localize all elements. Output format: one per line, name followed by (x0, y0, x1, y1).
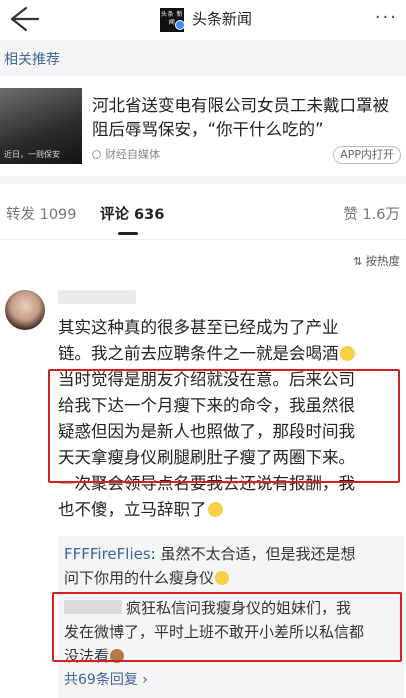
username-redacted[interactable] (58, 290, 136, 304)
news-source-label: 财经自媒体 (105, 148, 160, 161)
news-source: 财经自媒体 (92, 148, 160, 162)
comment-line: 也不傻，立马辞职了 (58, 497, 398, 523)
sort-label: 按热度 (365, 254, 401, 268)
comment-line-text: 链。我之前去应聘条件之一就是会喝酒 (58, 344, 339, 363)
reply-item[interactable]: FFFFireFlies: 虽然不太合适，但是我还是想 问下你用的什么瘦身仪 (64, 542, 398, 590)
comment-line-text: 也不傻，立马辞职了 (58, 500, 207, 519)
smile-emoji-icon (207, 502, 223, 517)
news-thumbnail[interactable]: 近日，一则保安 (0, 88, 82, 164)
related-section-header: 相关推荐 (0, 40, 406, 76)
reply-text: 虽然不太合适，但是我还是想 (160, 545, 356, 563)
more-replies-link[interactable]: 共69条回复 › (64, 670, 148, 690)
thumbnail-caption: 近日，一则保安 (4, 150, 60, 159)
reply-text: 问下你用的什么瘦身仪 (64, 569, 215, 587)
smile-emoji-icon (339, 346, 355, 361)
account-title[interactable]: 头条新闻 (192, 8, 252, 30)
comment-line: 其实这种真的很多甚至已经成为了产业 (58, 318, 339, 337)
reply-username[interactable]: FFFFireFlies (64, 545, 151, 563)
sort-by-hot-button[interactable]: ⇅ 按热度 (353, 254, 400, 269)
verified-badge-icon (175, 20, 185, 30)
related-news-card[interactable]: 近日，一则保安 河北省送变电有限公司女员工未戴口罩被阻后辱骂保安，“你干什么吃的… (0, 76, 406, 172)
comment-line: 链。我之前去应聘条件之一就是会喝酒 (58, 341, 398, 367)
avatar[interactable] (5, 290, 45, 330)
section-divider (0, 176, 406, 184)
tab-comments[interactable]: 评论 636 (100, 206, 164, 224)
interaction-tabs: 转发 1099 评论 636 赞 1.6万 (0, 184, 406, 240)
sort-icon: ⇅ (353, 255, 363, 268)
active-tab-indicator (118, 232, 138, 235)
reply-separator: : (150, 545, 161, 563)
highlight-box-comment (48, 369, 400, 483)
tab-likes[interactable]: 赞 1.6万 (343, 206, 400, 224)
highlight-box-reply (52, 592, 402, 662)
top-bar: 头条 新闻 头条新闻 ··· (0, 0, 406, 40)
more-options-icon[interactable]: ··· (375, 9, 398, 27)
open-in-app-button[interactable]: APP内打开 (333, 146, 401, 164)
source-icon (92, 150, 101, 159)
tab-reposts[interactable]: 转发 1099 (6, 206, 77, 224)
back-arrow-icon[interactable] (6, 4, 40, 34)
related-header-label: 相关推荐 (4, 52, 60, 68)
news-title[interactable]: 河北省送变电有限公司女员工未戴口罩被阻后辱骂保安，“你干什么吃的” (92, 94, 400, 142)
laugh-emoji-icon (215, 571, 230, 585)
